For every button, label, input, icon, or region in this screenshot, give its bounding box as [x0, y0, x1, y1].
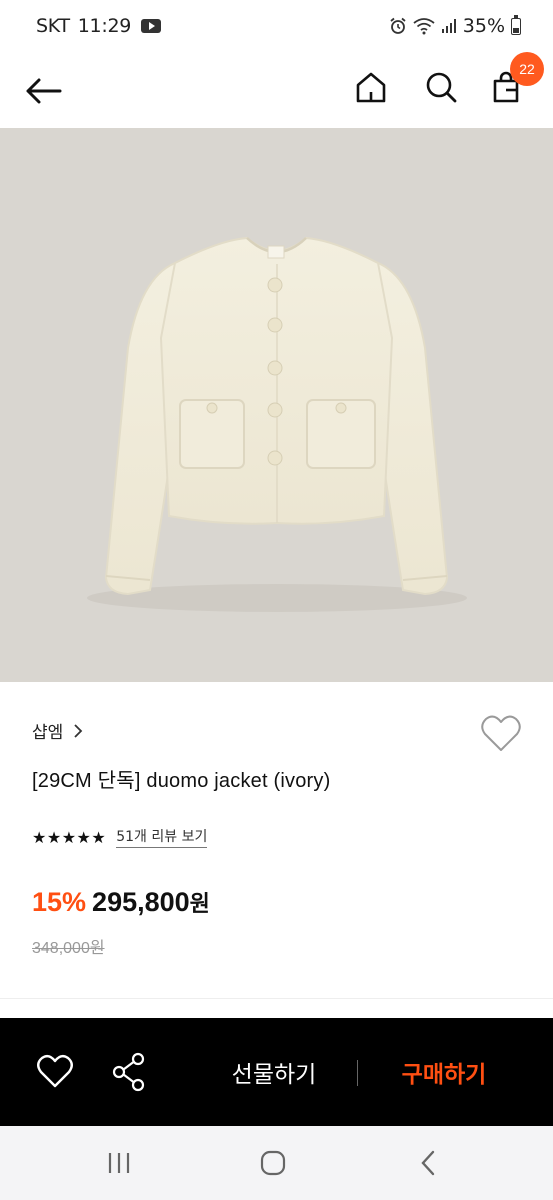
arrow-left-icon	[26, 78, 62, 104]
status-bar: SKT 11:29 35%	[0, 0, 553, 54]
status-left: SKT 11:29	[36, 15, 162, 37]
action-separator	[357, 1060, 358, 1086]
like-button[interactable]	[34, 1052, 76, 1092]
home-circle-icon	[260, 1150, 286, 1176]
battery-percent: 35%	[462, 15, 505, 37]
product-title: [29CM 단독] duomo jacket (ivory)	[32, 770, 331, 792]
share-icon	[112, 1052, 145, 1092]
divider	[0, 998, 553, 999]
carrier-label: SKT	[36, 15, 70, 37]
wishlist-button[interactable]	[480, 714, 522, 754]
share-button[interactable]	[108, 1050, 150, 1094]
alarm-icon	[390, 17, 406, 34]
home-button[interactable]	[348, 62, 394, 112]
price-row: 15% 295,800원	[32, 886, 210, 918]
recent-apps-icon	[108, 1153, 130, 1173]
search-icon	[426, 72, 457, 103]
sale-price-amount: 295,800	[92, 887, 190, 917]
star-rating: ★★★★★	[32, 827, 107, 847]
rating-row: ★★★★★ 51개 리뷰 보기	[32, 826, 208, 848]
bottom-action-bar: 선물하기 구매하기	[0, 1018, 553, 1126]
search-button[interactable]	[418, 62, 464, 112]
signal-icon	[441, 19, 456, 33]
home-icon	[356, 72, 386, 103]
cart-count-badge: 22	[510, 52, 544, 86]
heart-outline-icon	[481, 715, 521, 751]
top-nav	[0, 54, 553, 128]
buy-button[interactable]: 구매하기	[372, 1046, 516, 1098]
wifi-icon	[413, 18, 435, 35]
heart-icon	[37, 1054, 73, 1088]
chevron-right-icon	[74, 723, 83, 738]
discount-rate: 15%	[32, 887, 87, 917]
review-link[interactable]: 51개 리뷰 보기	[116, 826, 208, 848]
home-system-button[interactable]	[243, 1140, 303, 1186]
status-right: 35%	[389, 14, 521, 37]
gift-button[interactable]: 선물하기	[204, 1046, 344, 1098]
youtube-notification-icon	[141, 19, 162, 33]
clock: 11:29	[77, 15, 132, 37]
system-navigation-bar	[0, 1126, 553, 1200]
brand-link[interactable]: 샵엠	[32, 718, 83, 743]
product-image[interactable]	[0, 128, 553, 682]
jacket-image	[87, 236, 467, 612]
currency-label: 원	[189, 891, 210, 916]
system-back-button[interactable]	[398, 1140, 458, 1186]
original-price: 348,000원	[32, 940, 105, 957]
brand-name: 샵엠	[32, 723, 64, 743]
battery-icon	[511, 14, 521, 35]
sale-price: 295,800원	[92, 886, 210, 918]
recent-apps-button[interactable]	[89, 1140, 149, 1186]
back-button[interactable]	[18, 66, 68, 116]
chevron-left-icon	[421, 1150, 435, 1176]
